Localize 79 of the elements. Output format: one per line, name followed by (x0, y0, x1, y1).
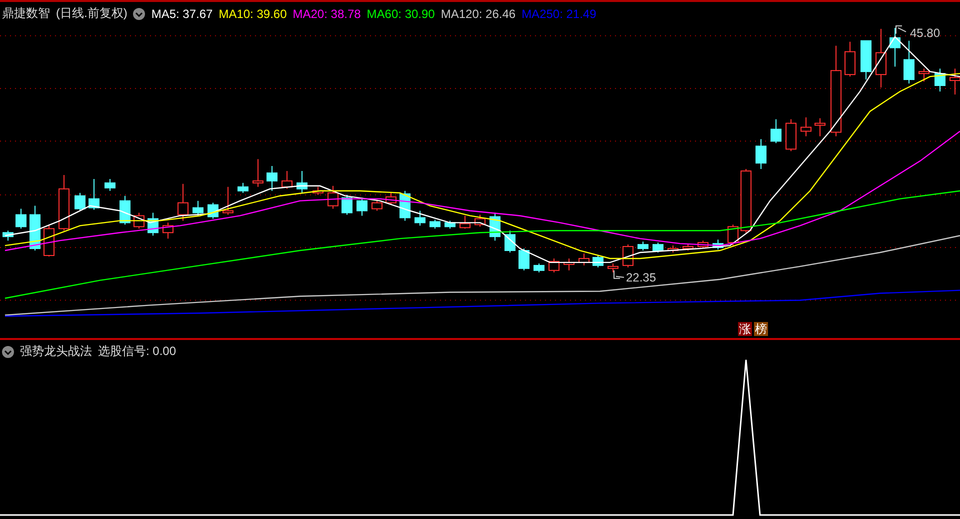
high-price-label: 45.80 (910, 26, 940, 40)
moving-average-value: MA120: 26.46 (440, 6, 516, 20)
moving-average-value: MA60: 30.90 (366, 6, 435, 20)
candlestick (222, 186, 234, 216)
candlestick (844, 41, 856, 78)
moving-average-value: MA20: 38.78 (292, 6, 361, 20)
high-marker-icon (896, 25, 906, 34)
candlestick (518, 248, 530, 271)
candlestick (608, 262, 618, 273)
candlestick (386, 192, 396, 206)
candlestick (668, 245, 678, 253)
candlestick (490, 212, 500, 242)
candlestick (312, 186, 324, 196)
candlestick (192, 200, 204, 216)
candlestick (474, 214, 486, 228)
candlestick (548, 258, 560, 273)
candlestick (740, 168, 752, 234)
candlestick (652, 242, 664, 253)
candlestick (564, 258, 574, 271)
dropdown-icon[interactable] (133, 8, 146, 20)
candlestick (44, 224, 54, 257)
candlestick (728, 224, 738, 246)
candlestick (120, 195, 130, 226)
candlestick (444, 220, 456, 230)
candlestick (934, 68, 946, 92)
candlestick (266, 166, 278, 192)
candlestick (770, 118, 782, 144)
moving-average-value: MA10: 39.60 (218, 6, 287, 20)
candlestick (356, 197, 368, 216)
candlestick (860, 40, 872, 80)
indicator-title: 强势龙头战法 (20, 343, 92, 360)
candlestick (904, 40, 914, 84)
low-marker-icon (614, 270, 624, 279)
candlestick (890, 27, 900, 68)
rank-tag: 涨 (738, 322, 752, 336)
candlestick (504, 230, 516, 253)
candlestick (414, 210, 426, 226)
candlestick (638, 241, 648, 252)
candlestick (682, 243, 694, 252)
candlestick (918, 68, 930, 82)
candlestick (296, 170, 308, 194)
candlestick (252, 158, 264, 188)
candlestick (282, 170, 292, 190)
low-price-label: 22.35 (626, 270, 656, 284)
candlestick (30, 205, 40, 252)
stock-title: 鼎捷数智 (2, 5, 50, 22)
candlestick (534, 262, 544, 273)
candlestick (16, 208, 26, 230)
signal-value: 选股信号: 0.00 (98, 343, 176, 360)
dropdown-icon[interactable] (2, 346, 14, 358)
candlestick (342, 194, 352, 216)
candlestick (786, 118, 796, 152)
candlestick (148, 212, 158, 236)
candlestick (712, 239, 724, 250)
candlestick (162, 222, 174, 240)
candlestick (430, 219, 440, 230)
rank-tag: 榜 (754, 322, 768, 336)
candlestick (800, 116, 812, 137)
candlestick (2, 230, 14, 242)
candlestick (372, 199, 382, 212)
candlestick (814, 118, 826, 137)
candlestick (756, 138, 766, 170)
candlestick (74, 192, 86, 212)
candlestick (238, 182, 248, 194)
candlestick (328, 185, 338, 210)
period-label: (日线.前复权) (56, 5, 128, 22)
candlestick (88, 178, 100, 210)
candlestick (698, 240, 708, 250)
candlestick (134, 212, 144, 230)
candlestick (592, 255, 604, 268)
moving-average-value: MA250: 21.49 (522, 6, 596, 20)
candlestick (622, 244, 634, 268)
moving-average-value: MA5: 37.67 (151, 6, 213, 20)
candlestick (578, 253, 590, 266)
candlestick (460, 215, 470, 230)
candlestick (178, 183, 188, 222)
candlestick (876, 28, 886, 88)
candlestick (104, 178, 116, 192)
candlestick (58, 174, 70, 232)
